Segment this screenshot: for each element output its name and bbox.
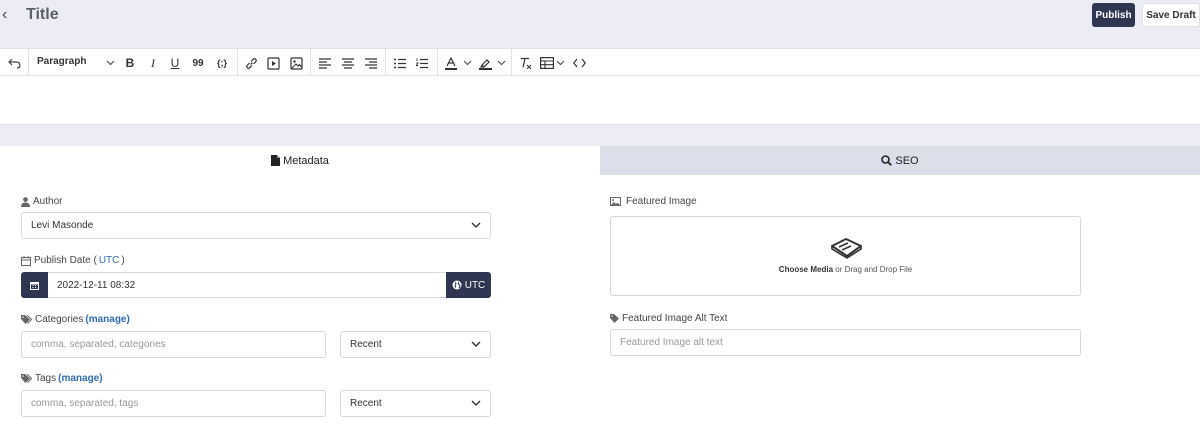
- toolbar-divider: [237, 49, 238, 76]
- bold-button[interactable]: B: [123, 54, 137, 72]
- categories-label: Categories (manage): [21, 314, 132, 325]
- author-value: Levi Masonde: [31, 220, 94, 231]
- alt-text-label: Featured Image Alt Text: [610, 313, 727, 324]
- categories-placeholder: comma, separated, categories: [31, 339, 166, 350]
- categories-input[interactable]: comma, separated, categories: [21, 331, 326, 358]
- publish-button[interactable]: Publish: [1092, 3, 1135, 27]
- alt-text-input[interactable]: Featured Image alt text: [610, 329, 1081, 356]
- user-icon: [21, 196, 30, 207]
- tab-metadata-label: Metadata: [283, 154, 329, 167]
- tab-seo[interactable]: SEO: [600, 146, 1200, 175]
- undo-icon[interactable]: [6, 54, 22, 72]
- editor-toolbar: Paragraph B I U 99 {;}: [0, 48, 1200, 76]
- underline-button[interactable]: U: [168, 54, 182, 72]
- tags-label-text: Tags: [35, 373, 57, 384]
- bullet-list-icon[interactable]: [393, 54, 407, 72]
- search-icon: [881, 155, 893, 166]
- toolbar-divider: [28, 49, 29, 76]
- clear-format-icon[interactable]: [518, 54, 532, 72]
- tags-label: Tags (manage): [21, 373, 105, 384]
- chevron-down-icon[interactable]: [104, 54, 116, 72]
- toolbar-divider: [511, 49, 512, 76]
- categories-sort-value: Recent: [350, 339, 382, 350]
- alt-text-label-text: Featured Image Alt Text: [622, 313, 728, 324]
- tags-sort-value: Recent: [350, 398, 382, 409]
- calendar-icon: [21, 255, 31, 266]
- file-icon: [271, 155, 281, 166]
- globe-icon: [452, 280, 462, 290]
- featured-image-label-text: Featured Image: [626, 196, 697, 207]
- chevron-down-icon: [471, 341, 481, 347]
- back-icon[interactable]: ‹: [2, 6, 7, 24]
- categories-label-text: Categories: [35, 314, 84, 325]
- image-icon: [610, 197, 621, 206]
- author-select[interactable]: Levi Masonde: [21, 212, 491, 239]
- publish-date-label: Publish Date ( UTC ): [21, 255, 125, 266]
- image-icon[interactable]: [288, 54, 304, 72]
- utc-link[interactable]: UTC: [99, 255, 120, 266]
- chevron-down-icon[interactable]: [462, 54, 473, 72]
- tab-seo-label: SEO: [895, 154, 919, 167]
- tags-icon: [21, 374, 32, 383]
- toolbar-divider: [385, 49, 386, 76]
- author-label-text: Author: [33, 196, 63, 207]
- numbered-list-icon[interactable]: [415, 54, 429, 72]
- tab-metadata[interactable]: Metadata: [0, 146, 600, 175]
- publish-date-input[interactable]: 2022-12-11 08:32: [48, 272, 446, 298]
- tags-placeholder: comma, separated, tags: [31, 398, 139, 409]
- italic-button[interactable]: I: [146, 54, 160, 72]
- featured-image-dropzone[interactable]: Choose Media or Drag and Drop File: [610, 216, 1081, 296]
- date-picker-button[interactable]: [21, 272, 48, 298]
- chevron-down-icon: [471, 222, 481, 228]
- section-gap: [0, 125, 1200, 146]
- chevron-down-icon[interactable]: [496, 54, 507, 72]
- chevron-down-icon: [471, 400, 481, 406]
- publish-date-label-text: Publish Date (: [34, 255, 97, 266]
- source-code-icon[interactable]: [572, 54, 586, 72]
- tag-icon: [610, 314, 619, 323]
- alt-text-placeholder: Featured Image alt text: [620, 337, 723, 348]
- tags-manage-link[interactable]: (manage): [58, 373, 102, 384]
- align-center-icon[interactable]: [341, 54, 355, 72]
- block-format-select[interactable]: Paragraph: [37, 56, 86, 67]
- text-color-icon[interactable]: [444, 54, 458, 72]
- content-editor[interactable]: [0, 76, 1200, 125]
- align-right-icon[interactable]: [364, 54, 378, 72]
- tags-icon: [21, 315, 32, 324]
- timezone-button[interactable]: UTC: [446, 272, 491, 298]
- media-upload-icon: [831, 238, 862, 259]
- quote-button[interactable]: 99: [191, 54, 205, 72]
- post-title[interactable]: Title: [26, 6, 59, 24]
- author-label: Author: [21, 196, 62, 207]
- toolbar-divider: [310, 49, 311, 76]
- choose-media-link[interactable]: Choose Media: [779, 265, 833, 274]
- featured-image-label: Featured Image: [610, 196, 697, 207]
- categories-sort-select[interactable]: Recent: [340, 331, 491, 358]
- tags-input[interactable]: comma, separated, tags: [21, 390, 326, 417]
- publish-date-value: 2022-12-11 08:32: [57, 279, 136, 291]
- chevron-down-icon[interactable]: [555, 54, 566, 72]
- categories-manage-link[interactable]: (manage): [85, 314, 129, 325]
- top-bar: ‹ Title Publish Save Draft: [0, 0, 1200, 48]
- toolbar-divider: [437, 49, 438, 76]
- align-left-icon[interactable]: [318, 54, 332, 72]
- tags-sort-select[interactable]: Recent: [340, 390, 491, 417]
- code-inline-button[interactable]: {;}: [212, 54, 232, 72]
- drag-drop-text: or Drag and Drop File: [833, 265, 913, 274]
- link-icon[interactable]: [243, 54, 259, 72]
- video-icon[interactable]: [265, 54, 281, 72]
- dropzone-text: Choose Media or Drag and Drop File: [611, 265, 1080, 274]
- save-draft-button[interactable]: Save Draft: [1142, 3, 1200, 27]
- publish-date-label-suffix: ): [121, 255, 125, 266]
- table-icon[interactable]: [539, 54, 555, 72]
- highlight-color-icon[interactable]: [478, 54, 492, 72]
- calendar-icon: [30, 281, 39, 290]
- timezone-label: UTC: [464, 279, 486, 291]
